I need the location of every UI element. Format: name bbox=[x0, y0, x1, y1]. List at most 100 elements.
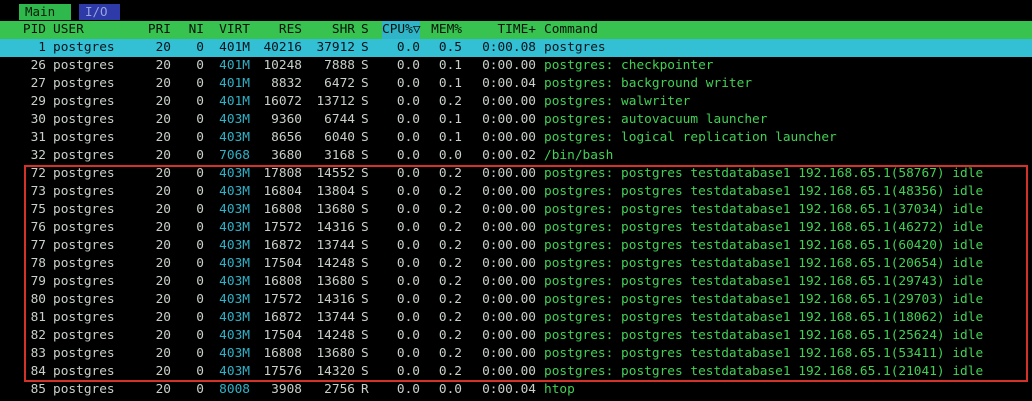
column-header-virt[interactable]: VIRT bbox=[207, 21, 250, 39]
process-row[interactable]: 75 postgres 20 0 403M 16808 13680 S 0.0 0.2 0:00.0… bbox=[0, 201, 1032, 219]
cell-shr: 13804 bbox=[316, 184, 355, 199]
column-header-ni[interactable]: NI bbox=[176, 21, 204, 39]
cell-user: postgres bbox=[53, 220, 115, 235]
cell-shr: 37912 bbox=[316, 40, 355, 55]
cell-time: 0:00.00 bbox=[482, 238, 536, 253]
cell-mem: 0.2 bbox=[438, 202, 462, 217]
cell-command: postgres: postgres testdatabase1 192.168… bbox=[544, 328, 984, 343]
cell-cpu: 0.0 bbox=[396, 184, 420, 199]
cell-ni: 0 bbox=[196, 76, 204, 91]
process-row[interactable]: 83 postgres 20 0 403M 16808 13680 S 0.0 0.2 0:00.0… bbox=[0, 345, 1032, 363]
process-row[interactable]: 78 postgres 20 0 403M 17504 14248 S 0.0 0.2 0:00.0… bbox=[0, 255, 1032, 273]
column-header-mem[interactable]: MEM% bbox=[425, 21, 462, 39]
cell-mem: 0.0 bbox=[438, 148, 462, 163]
cell-cpu: 0.0 bbox=[396, 40, 420, 55]
process-row[interactable]: 30 postgres 20 0 403M 9360 6744 S 0.0 0.1 0:00.00 p… bbox=[0, 111, 1032, 129]
cell-user: postgres bbox=[53, 148, 115, 163]
process-table-header: PID USER PRI NI VIRT RES SHR S CPU%▽ MEM… bbox=[0, 21, 1032, 39]
process-row[interactable]: 31 postgres 20 0 403M 8656 6040 S 0.0 0.1 0:00.00 p… bbox=[0, 129, 1032, 147]
process-row[interactable]: 32 postgres 20 0 7068 3680 3168 S 0.0 0.0 0:00.02 /… bbox=[0, 147, 1032, 165]
column-header-cpu[interactable]: CPU%▽ bbox=[382, 21, 421, 39]
process-row[interactable]: 29 postgres 20 0 401M 16072 13712 S 0.0 0.2 0:00.0… bbox=[0, 93, 1032, 111]
cell-cpu: 0.0 bbox=[396, 166, 420, 181]
cell-mem: 0.0 bbox=[438, 382, 462, 397]
cell-user: postgres bbox=[53, 40, 115, 55]
cell-user: postgres bbox=[53, 346, 115, 361]
cell-pid: 29 bbox=[30, 94, 46, 109]
cell-command: postgres: postgres testdatabase1 192.168… bbox=[544, 184, 984, 199]
cell-command: postgres: checkpointer bbox=[544, 58, 714, 73]
cell-time: 0:00.02 bbox=[482, 148, 536, 163]
cell-pri: 20 bbox=[155, 184, 171, 199]
column-header-pri[interactable]: PRI bbox=[135, 21, 171, 39]
cell-cpu: 0.0 bbox=[396, 238, 420, 253]
cell-s: S bbox=[361, 166, 369, 181]
column-header-command[interactable]: Command bbox=[544, 21, 1032, 39]
cell-command: postgres: walwriter bbox=[544, 94, 691, 109]
process-row[interactable]: 76 postgres 20 0 403M 17572 14316 S 0.0 0.2 0:00.0… bbox=[0, 219, 1032, 237]
process-row[interactable]: 84 postgres 20 0 403M 17576 14320 S 0.0 0.2 0:00.0… bbox=[0, 363, 1032, 381]
cell-mem: 0.2 bbox=[438, 310, 462, 325]
column-header-pid[interactable]: PID bbox=[0, 21, 46, 39]
cell-pri: 20 bbox=[155, 238, 171, 253]
cell-ni: 0 bbox=[196, 238, 204, 253]
cell-user: postgres bbox=[53, 274, 115, 289]
cell-cpu: 0.0 bbox=[396, 130, 420, 145]
cell-cpu: 0.0 bbox=[396, 94, 420, 109]
column-header-state[interactable]: S bbox=[361, 21, 373, 39]
cell-s: S bbox=[361, 292, 369, 307]
process-row[interactable]: 73 postgres 20 0 403M 16804 13804 S 0.0 0.2 0:00.0… bbox=[0, 183, 1032, 201]
cell-res: 16808 bbox=[263, 346, 302, 361]
cell-ni: 0 bbox=[196, 346, 204, 361]
cell-s: S bbox=[361, 148, 369, 163]
cell-time: 0:00.00 bbox=[482, 112, 536, 127]
cell-user: postgres bbox=[53, 364, 115, 379]
process-row[interactable]: 27 postgres 20 0 401M 8832 6472 S 0.0 0.1 0:00.04 p… bbox=[0, 75, 1032, 93]
cell-res: 17504 bbox=[263, 256, 302, 271]
cell-s: S bbox=[361, 58, 369, 73]
cell-shr: 6040 bbox=[324, 130, 355, 145]
process-row[interactable]: 72 postgres 20 0 403M 17808 14552 S 0.0 0.2 0:00.0… bbox=[0, 165, 1032, 183]
cell-ni: 0 bbox=[196, 40, 204, 55]
column-header-res[interactable]: RES bbox=[252, 21, 302, 39]
process-row[interactable]: 82 postgres 20 0 403M 17504 14248 S 0.0 0.2 0:00.0… bbox=[0, 327, 1032, 345]
process-row[interactable]: 77 postgres 20 0 403M 16872 13744 S 0.0 0.2 0:00.0… bbox=[0, 237, 1032, 255]
cell-shr: 13712 bbox=[316, 94, 355, 109]
cell-mem: 0.2 bbox=[438, 94, 462, 109]
cell-command: postgres: logical replication launcher bbox=[544, 130, 837, 145]
cell-pid: 75 bbox=[30, 202, 46, 217]
cell-res: 16872 bbox=[263, 238, 302, 253]
cell-pri: 20 bbox=[155, 94, 171, 109]
cell-mem: 0.2 bbox=[438, 184, 462, 199]
cell-s: S bbox=[361, 76, 369, 91]
cell-cpu: 0.0 bbox=[396, 346, 420, 361]
cell-s: S bbox=[361, 94, 369, 109]
tab-main[interactable]: Main bbox=[19, 4, 71, 20]
process-row[interactable]: 1 postgres 20 0 401M 40216 37912 S 0.0 0.5 0:00.08… bbox=[0, 39, 1032, 57]
cell-time: 0:00.00 bbox=[482, 292, 536, 307]
cell-cpu: 0.0 bbox=[396, 220, 420, 235]
cell-time: 0:00.00 bbox=[482, 94, 536, 109]
cell-pid: 1 bbox=[38, 40, 46, 55]
process-row[interactable]: 80 postgres 20 0 403M 17572 14316 S 0.0 0.2 0:00.0… bbox=[0, 291, 1032, 309]
cell-pri: 20 bbox=[155, 364, 171, 379]
tab-io[interactable]: I/O bbox=[79, 4, 120, 20]
process-row[interactable]: 26 postgres 20 0 401M 10248 7888 S 0.0 0.1 0:00.00… bbox=[0, 57, 1032, 75]
cell-ni: 0 bbox=[196, 328, 204, 343]
cell-shr: 14552 bbox=[316, 166, 355, 181]
cell-virt: 401M bbox=[219, 76, 250, 91]
cell-cpu: 0.0 bbox=[396, 364, 420, 379]
process-row[interactable]: 81 postgres 20 0 403M 16872 13744 S 0.0 0.2 0:00.0… bbox=[0, 309, 1032, 327]
tab-bar: Main I/O bbox=[0, 4, 1032, 20]
process-row[interactable]: 85 postgres 20 0 8008 3908 2756 R 0.0 0.0 0:00.04 h… bbox=[0, 381, 1032, 399]
cell-s: S bbox=[361, 40, 369, 55]
column-header-time[interactable]: TIME+ bbox=[468, 21, 536, 39]
cell-ni: 0 bbox=[196, 202, 204, 217]
column-header-user[interactable]: USER bbox=[53, 21, 143, 39]
cell-shr: 13744 bbox=[316, 310, 355, 325]
cell-mem: 0.1 bbox=[438, 76, 462, 91]
column-header-shr[interactable]: SHR bbox=[305, 21, 355, 39]
cell-shr: 14320 bbox=[316, 364, 355, 379]
process-row[interactable]: 79 postgres 20 0 403M 16808 13680 S 0.0 0.2 0:00.0… bbox=[0, 273, 1032, 291]
cell-pri: 20 bbox=[155, 76, 171, 91]
